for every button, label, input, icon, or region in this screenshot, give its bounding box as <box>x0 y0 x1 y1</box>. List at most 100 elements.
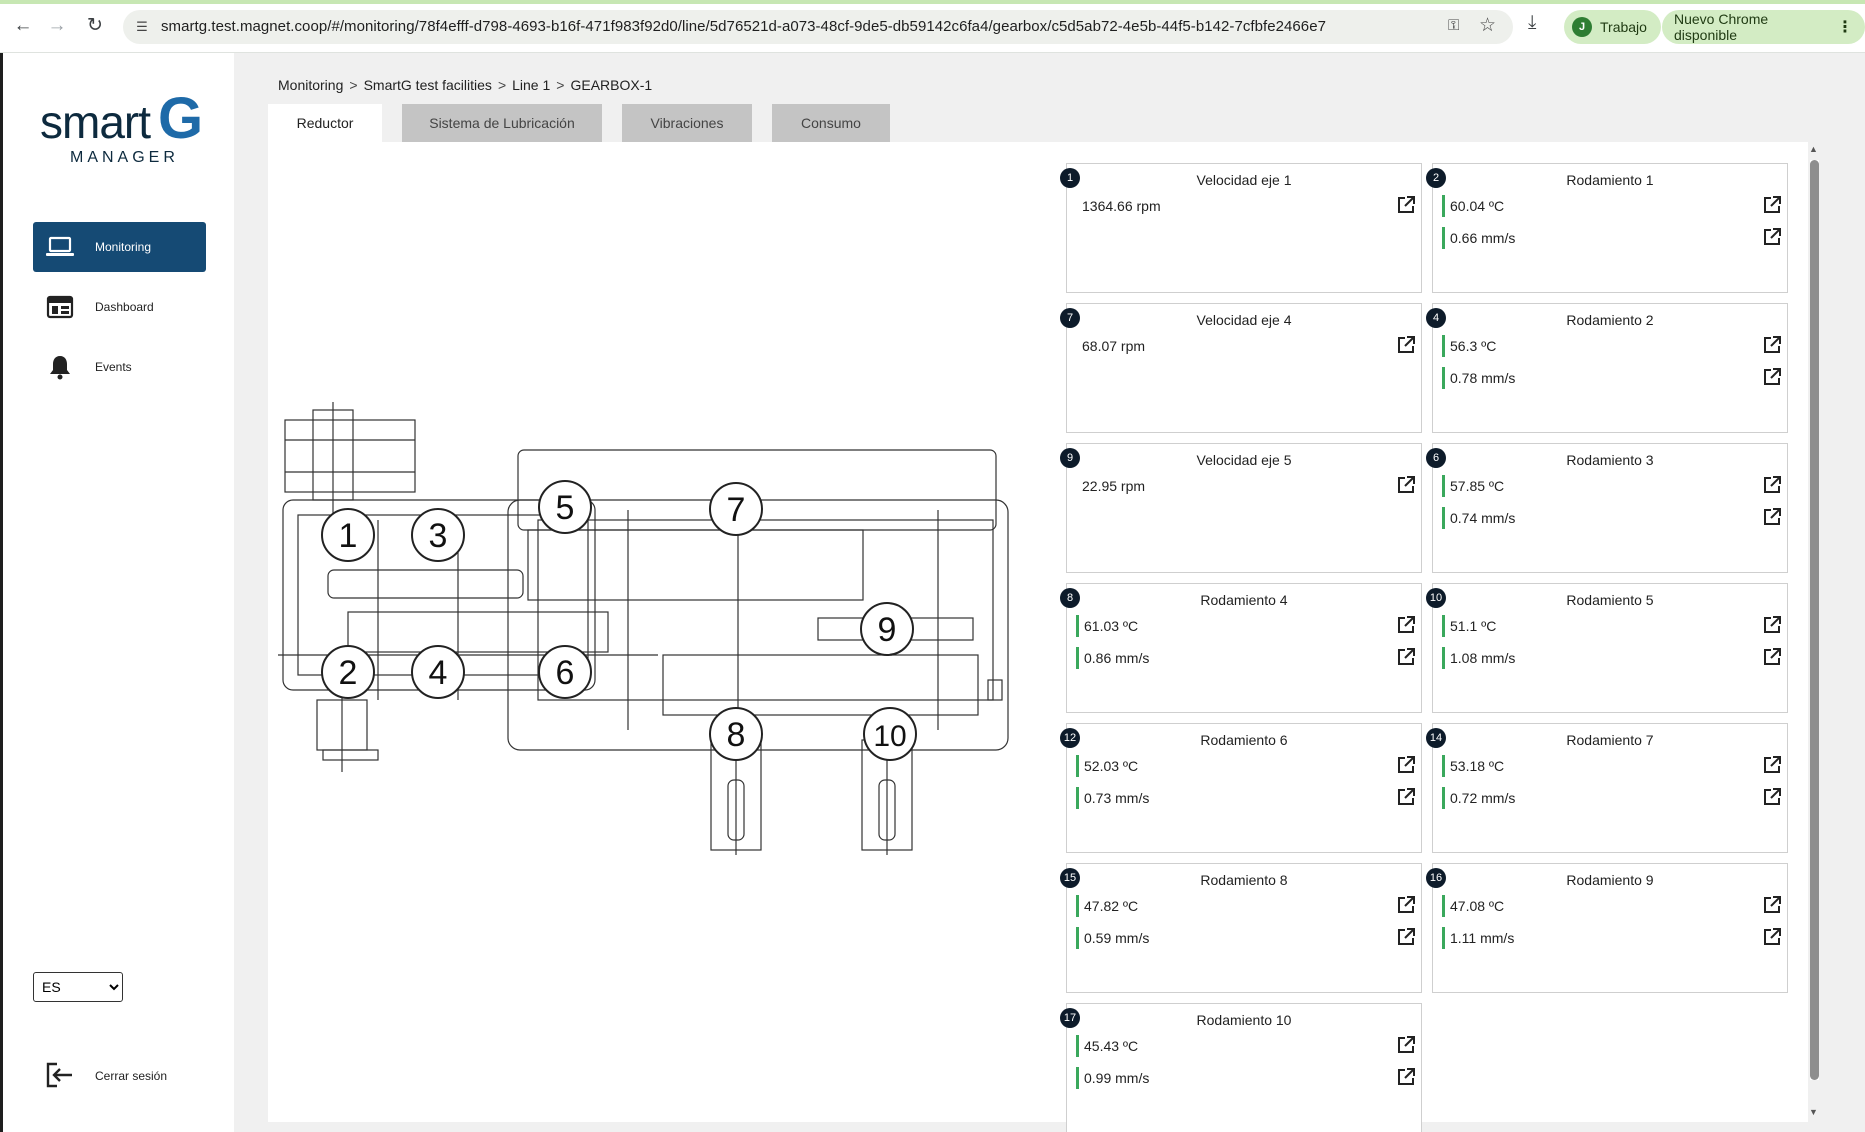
external-link-icon[interactable] <box>1396 927 1416 947</box>
status-indicator <box>1076 615 1079 637</box>
breadcrumb-separator: > <box>497 77 507 93</box>
card-title: Rodamiento 9 <box>1566 872 1654 888</box>
external-link-icon[interactable] <box>1762 335 1782 355</box>
external-link-icon[interactable] <box>1762 895 1782 915</box>
diagram-marker-10: 10 <box>863 707 917 761</box>
diagram-marker-label: 3 <box>429 517 448 555</box>
reading-value: 47.08 ºC <box>1450 898 1505 914</box>
diagram-marker-5: 5 <box>538 480 592 534</box>
card-reading: 22.95 rpm <box>1076 474 1416 497</box>
external-link-icon[interactable] <box>1762 227 1782 247</box>
breadcrumb-item-current: GEARBOX-1 <box>570 77 653 93</box>
card-title: Rodamiento 10 <box>1196 1012 1292 1028</box>
back-icon[interactable]: ← <box>10 13 36 39</box>
external-link-icon[interactable] <box>1762 195 1782 215</box>
card-title: Rodamiento 8 <box>1200 872 1288 888</box>
url-text[interactable]: smartg.test.magnet.coop/#/monitoring/78f… <box>161 10 1326 44</box>
external-link-icon[interactable] <box>1396 475 1416 495</box>
logout-button[interactable]: Cerrar sesión <box>33 1055 193 1095</box>
tab-vibraciones[interactable]: Vibraciones <box>622 104 752 142</box>
card-reading: 45.43 ºC <box>1076 1034 1416 1057</box>
external-link-icon[interactable] <box>1762 787 1782 807</box>
sensor-card: 17 Rodamiento 10 45.43 ºC 0.99 mm/s <box>1060 1003 1422 1132</box>
password-key-icon[interactable]: ⚿ <box>1448 17 1459 34</box>
card-reading: 60.04 ºC <box>1442 194 1782 217</box>
external-link-icon[interactable] <box>1762 507 1782 527</box>
update-label: Nuevo Chrome disponible <box>1674 11 1769 43</box>
reload-icon[interactable]: ↻ <box>82 13 108 39</box>
address-bar[interactable]: ☰ smartg.test.magnet.coop/#/monitoring/7… <box>123 10 1513 44</box>
external-link-icon[interactable] <box>1762 615 1782 635</box>
more-menu-icon[interactable]: ⋮ <box>1837 17 1853 37</box>
external-link-icon[interactable] <box>1396 1035 1416 1055</box>
card-reading: 52.03 ºC <box>1076 754 1416 777</box>
diagram-marker-label: 4 <box>429 654 448 692</box>
card-reading: 0.73 mm/s <box>1076 786 1416 809</box>
gearbox-diagram: 1 2 3 4 5 6 7 8 9 10 <box>278 400 1018 860</box>
card-title: Rodamiento 1 <box>1566 172 1654 188</box>
sidebar-item-label: Dashboard <box>95 300 154 314</box>
external-link-icon[interactable] <box>1396 1067 1416 1087</box>
card-reading: 47.82 ºC <box>1076 894 1416 917</box>
sidebar-item-label: Events <box>95 360 132 374</box>
card-reading: 56.3 ºC <box>1442 334 1782 357</box>
bookmark-star-icon[interactable]: ☆ <box>1479 14 1496 37</box>
external-link-icon[interactable] <box>1396 755 1416 775</box>
reading-value: 1.08 mm/s <box>1450 650 1516 666</box>
diagram-marker-3: 3 <box>411 508 465 562</box>
scroll-down-icon[interactable]: ▼ <box>1809 1107 1818 1117</box>
external-link-icon[interactable] <box>1762 475 1782 495</box>
diagram-marker-label: 7 <box>727 491 746 529</box>
site-info-icon[interactable]: ☰ <box>133 18 151 36</box>
external-link-icon[interactable] <box>1396 615 1416 635</box>
profile-chip[interactable]: J Trabajo <box>1564 10 1661 44</box>
diagram-marker-8: 8 <box>709 707 763 761</box>
external-link-icon[interactable] <box>1396 195 1416 215</box>
external-link-icon[interactable] <box>1762 647 1782 667</box>
breadcrumb-item[interactable]: Monitoring <box>278 77 343 93</box>
reading-value: 0.99 mm/s <box>1084 1070 1150 1086</box>
smartg-logo: smart G MANAGER <box>40 86 210 171</box>
sidebar-item-monitoring[interactable]: Monitoring <box>33 222 206 272</box>
breadcrumb: Monitoring > SmartG test facilities > Li… <box>278 77 652 93</box>
sidebar-item-events[interactable]: Events <box>33 342 206 392</box>
sidebar-item-dashboard[interactable]: Dashboard <box>33 282 206 332</box>
reading-value: 0.72 mm/s <box>1450 790 1516 806</box>
breadcrumb-item[interactable]: SmartG test facilities <box>364 77 492 93</box>
reading-value: 57.85 ºC <box>1450 478 1505 494</box>
forward-icon[interactable]: → <box>44 13 70 39</box>
card-title: Velocidad eje 1 <box>1196 172 1292 188</box>
card-reading: 0.72 mm/s <box>1442 786 1782 809</box>
status-indicator <box>1442 755 1445 777</box>
external-link-icon[interactable] <box>1396 787 1416 807</box>
external-link-icon[interactable] <box>1396 895 1416 915</box>
tab-sistema-lubricacion[interactable]: Sistema de Lubricación <box>402 104 602 142</box>
reading-value: 22.95 rpm <box>1082 478 1146 494</box>
tab-reductor[interactable]: Reductor <box>268 104 382 142</box>
status-indicator <box>1076 755 1079 777</box>
card-reading: 0.99 mm/s <box>1076 1066 1416 1089</box>
sensor-card: 7 Velocidad eje 4 68.07 rpm <box>1060 303 1422 433</box>
card-reading: 1.08 mm/s <box>1442 646 1782 669</box>
external-link-icon[interactable] <box>1762 927 1782 947</box>
card-reading: 61.03 ºC <box>1076 614 1416 637</box>
external-link-icon[interactable] <box>1396 335 1416 355</box>
external-link-icon[interactable] <box>1396 647 1416 667</box>
scroll-up-icon[interactable]: ▲ <box>1809 144 1818 154</box>
profile-avatar: J <box>1572 17 1592 37</box>
reading-value: 0.66 mm/s <box>1450 230 1516 246</box>
external-link-icon[interactable] <box>1762 755 1782 775</box>
card-title: Velocidad eje 4 <box>1196 312 1292 328</box>
chrome-update-button[interactable]: Nuevo Chrome disponible ⋮ <box>1662 10 1865 44</box>
breadcrumb-item[interactable]: Line 1 <box>512 77 550 93</box>
external-link-icon[interactable] <box>1762 367 1782 387</box>
reading-value: 1.11 mm/s <box>1450 930 1515 946</box>
language-select[interactable]: ES <box>33 972 123 1002</box>
sensor-card: 12 Rodamiento 6 52.03 ºC 0.73 mm/s <box>1060 723 1422 853</box>
bell-icon <box>45 354 75 380</box>
tab-consumo[interactable]: Consumo <box>772 104 890 142</box>
status-indicator <box>1442 335 1445 357</box>
download-icon[interactable]: ⤓ <box>1528 12 1536 34</box>
card-title: Rodamiento 6 <box>1200 732 1288 748</box>
scrollbar-thumb[interactable] <box>1810 160 1819 1080</box>
